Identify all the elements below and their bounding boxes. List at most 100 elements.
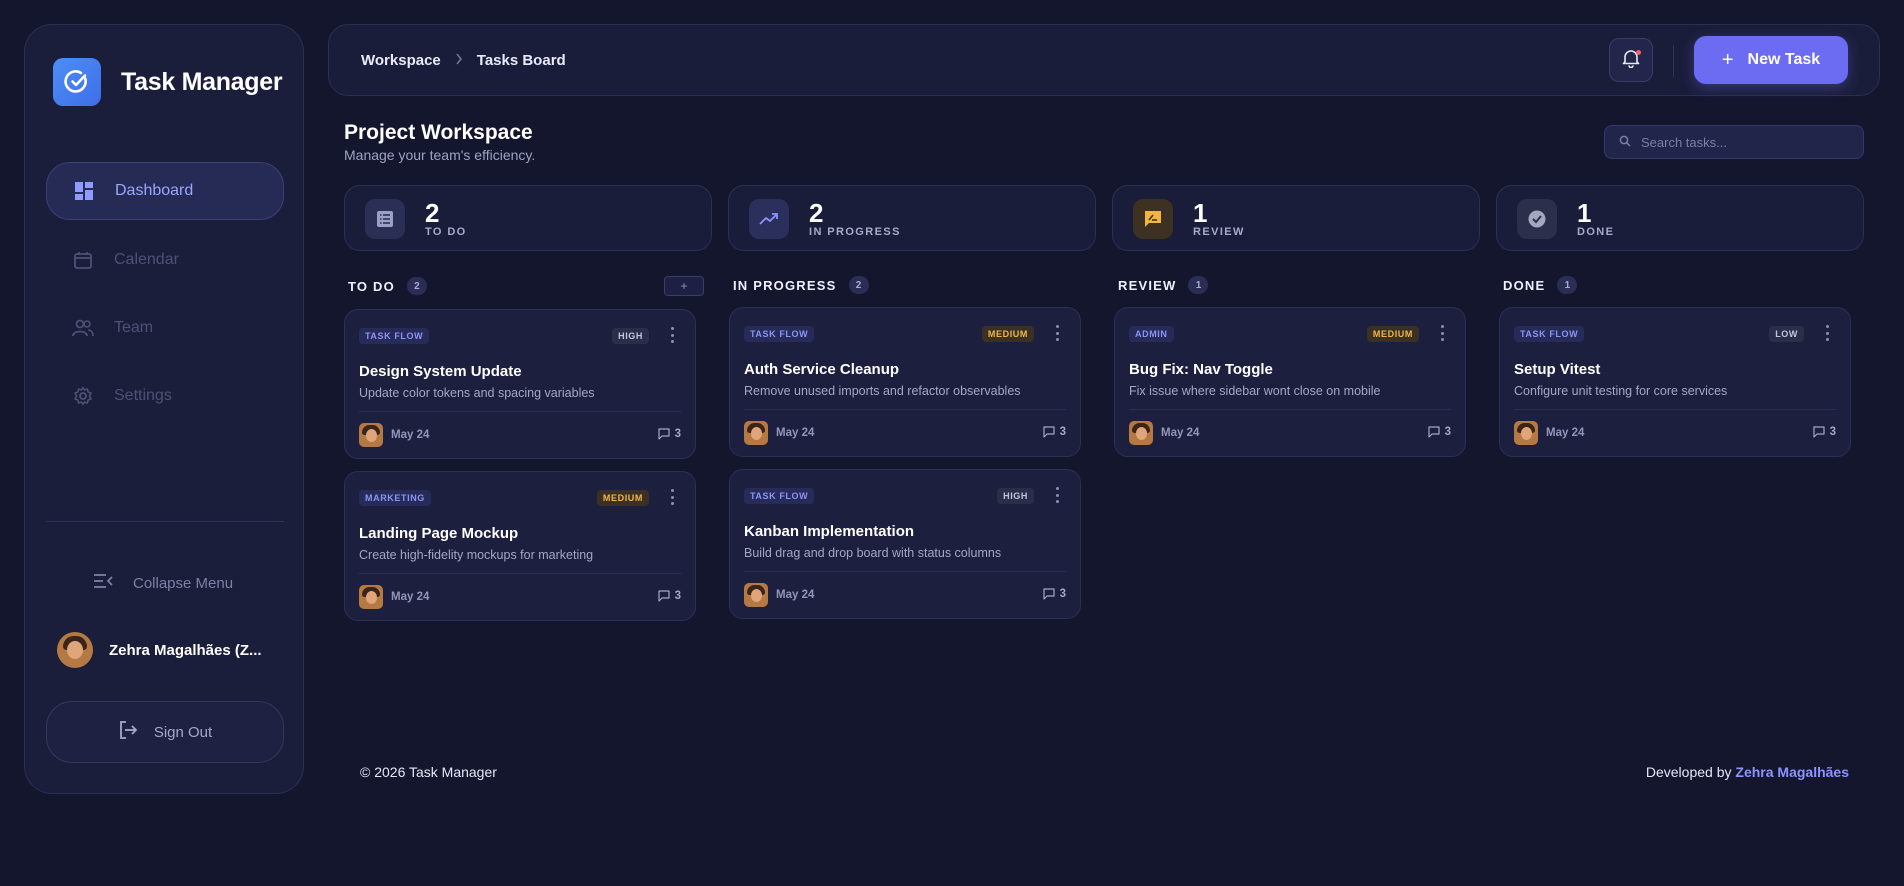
comment-count: 3	[1042, 588, 1066, 600]
comment-icon	[1042, 588, 1055, 600]
card-divider	[744, 571, 1066, 572]
more-vertical-icon[interactable]	[1824, 325, 1830, 341]
user-profile[interactable]: Zehra Magalhães (Z...	[57, 632, 274, 668]
comment-icon	[657, 590, 670, 602]
sidebar-item-team[interactable]: Team	[46, 299, 284, 357]
collapse-menu-button[interactable]: Collapse Menu	[93, 573, 233, 593]
more-vertical-icon[interactable]	[669, 327, 675, 343]
header-divider	[1673, 45, 1674, 77]
stat-value: 2	[425, 198, 440, 228]
task-title: Setup Vitest	[1514, 361, 1601, 378]
breadcrumb-workspace[interactable]: Workspace	[361, 52, 441, 69]
column-title: DONE	[1503, 277, 1546, 293]
task-tag: TASK FLOW	[359, 328, 430, 344]
task-description: Configure unit testing for core services	[1514, 384, 1728, 398]
task-due-date: May 24	[391, 591, 430, 603]
notifications-button[interactable]	[1609, 38, 1653, 82]
card-divider	[359, 573, 681, 574]
footer-credit: Developed by Zehra Magalhães	[1646, 764, 1849, 780]
user-name: Zehra Magalhães (Z...	[109, 641, 262, 659]
stat-value: 1	[1193, 198, 1208, 228]
assignee-avatar	[1514, 421, 1538, 445]
sidebar-item-label: Calendar	[114, 251, 179, 268]
chevron-right-icon	[455, 52, 463, 69]
comment-icon	[1812, 426, 1825, 438]
avatar	[57, 632, 93, 668]
more-vertical-icon[interactable]	[1439, 325, 1445, 341]
task-tag: TASK FLOW	[1514, 326, 1585, 342]
comment-count: 3	[1812, 426, 1836, 438]
dashboard-icon	[73, 180, 95, 202]
page-title: Project Workspace	[344, 121, 533, 144]
column-count: 2	[848, 276, 869, 294]
sidebar-item-settings[interactable]: Settings	[46, 367, 284, 425]
task-card[interactable]: TASK FLOW HIGH Kanban Implementation Bui…	[729, 469, 1081, 619]
more-vertical-icon[interactable]	[1054, 325, 1060, 341]
sidebar-item-label: Settings	[114, 387, 172, 404]
new-task-button[interactable]: + New Task	[1694, 36, 1848, 84]
team-icon	[72, 317, 94, 339]
task-tag: TASK FLOW	[744, 326, 815, 342]
search-input[interactable]: Search tasks...	[1604, 125, 1864, 159]
add-task-todo-button[interactable]: +	[664, 276, 704, 296]
task-card[interactable]: ADMIN MEDIUM Bug Fix: Nav Toggle Fix iss…	[1114, 307, 1466, 457]
more-vertical-icon[interactable]	[669, 489, 675, 505]
list-icon	[365, 199, 405, 239]
task-title: Bug Fix: Nav Toggle	[1129, 361, 1273, 378]
task-card[interactable]: MARKETING MEDIUM Landing Page Mockup Cre…	[344, 471, 696, 621]
stat-card-done: 1 DONE	[1496, 185, 1864, 251]
task-card[interactable]: TASK FLOW MEDIUM Auth Service Cleanup Re…	[729, 307, 1081, 457]
column-count: 2	[406, 277, 427, 295]
priority-badge: HIGH	[612, 328, 649, 344]
stat-card-in-progress: 2 IN PROGRESS	[728, 185, 1096, 251]
assignee-avatar	[359, 585, 383, 609]
footer-developed-by: Developed by	[1645, 764, 1732, 780]
comment-count: 3	[1042, 426, 1066, 438]
breadcrumb-tasks-board: Tasks Board	[476, 52, 566, 69]
more-vertical-icon[interactable]	[1054, 487, 1060, 503]
comment-count-value: 3	[1829, 426, 1836, 438]
sidebar-item-dashboard[interactable]: Dashboard	[46, 162, 284, 220]
assignee-avatar	[359, 423, 383, 447]
column-header-done: DONE 1	[1503, 276, 1578, 294]
sign-out-button[interactable]: Sign Out	[46, 701, 284, 763]
comment-count-value: 3	[1059, 426, 1066, 438]
card-divider	[744, 409, 1066, 410]
column-header-todo: TO DO 2	[348, 277, 427, 295]
assignee-avatar	[744, 583, 768, 607]
priority-badge: LOW	[1769, 326, 1804, 342]
comment-icon	[1042, 426, 1055, 438]
sidebar-item-label: Dashboard	[115, 182, 194, 199]
column-title: IN PROGRESS	[733, 277, 837, 293]
task-card[interactable]: TASK FLOW LOW Setup Vitest Configure uni…	[1499, 307, 1851, 457]
search-placeholder: Search tasks...	[1641, 134, 1727, 150]
comment-count: 3	[657, 590, 681, 602]
task-title: Kanban Implementation	[744, 523, 915, 540]
developer-link[interactable]: Zehra Magalhães	[1735, 764, 1849, 780]
priority-badge: MEDIUM	[1366, 326, 1419, 342]
column-header-in-progress: IN PROGRESS 2	[733, 276, 869, 294]
task-title: Auth Service Cleanup	[744, 361, 900, 378]
stat-value: 1	[1577, 198, 1592, 228]
stat-card-review: 1 REVIEW	[1112, 185, 1480, 251]
app-logo[interactable]: Task Manager	[53, 58, 283, 106]
comment-icon	[657, 428, 670, 440]
sidebar-item-calendar[interactable]: Calendar	[46, 231, 284, 289]
column-title: TO DO	[348, 278, 395, 294]
task-description: Fix issue where sidebar wont close on mo…	[1129, 384, 1381, 398]
task-card[interactable]: TASK FLOW HIGH Design System Update Upda…	[344, 309, 696, 459]
task-due-date: May 24	[1546, 427, 1585, 439]
breadcrumb: Workspace Tasks Board	[361, 52, 566, 69]
task-description: Create high-fidelity mockups for marketi…	[359, 548, 594, 562]
stat-label: IN PROGRESS	[809, 226, 901, 238]
stat-card-todo: 2 TO DO	[344, 185, 712, 251]
check-circle-icon	[1517, 199, 1557, 239]
stat-value: 2	[809, 198, 824, 228]
trending-up-icon	[749, 199, 789, 239]
stat-label: REVIEW	[1193, 226, 1245, 238]
comment-icon	[1427, 426, 1440, 438]
assignee-avatar	[1129, 421, 1153, 445]
column-count: 1	[1557, 276, 1578, 294]
stat-label: TO DO	[425, 226, 467, 238]
column-header-review: REVIEW 1	[1118, 276, 1209, 294]
